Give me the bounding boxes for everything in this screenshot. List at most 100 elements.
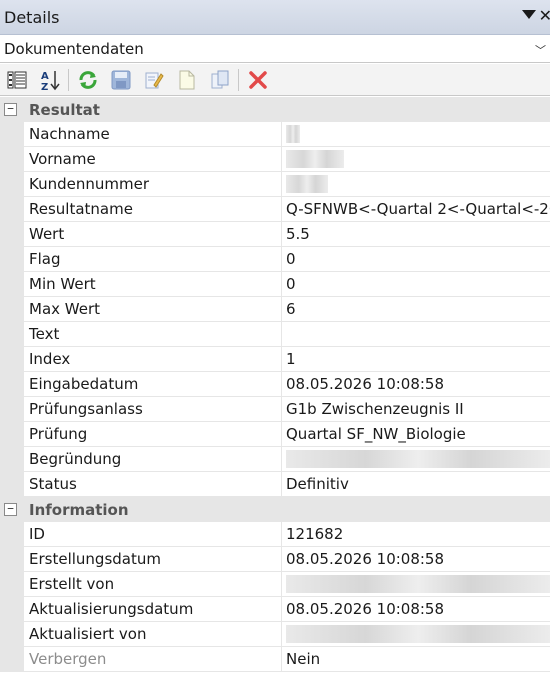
sort-alphabetical-button[interactable]: A Z [39,69,61,91]
property-row[interactable]: Min Wert 0 [0,272,550,297]
category-information[interactable]: − Information [0,497,550,522]
category-label: Resultat [29,100,100,119]
property-value[interactable]: 6 [282,297,550,322]
svg-text:A: A [41,71,49,82]
property-name: Aktualisierungsdatum [24,597,282,622]
toolbar-separator [68,68,69,91]
property-value[interactable]: 121682 [282,522,550,547]
property-name: Flag [24,247,282,272]
new-document-button[interactable] [176,69,198,91]
property-value[interactable]: G1b Zwischenzeugnis II [282,397,550,422]
property-name: Nachname [24,122,282,147]
property-value[interactable]: Q-SFNWB<-Quartal 2<-Quartal<-20... [282,197,550,222]
property-row[interactable]: ID 121682 [0,522,550,547]
category-resultat[interactable]: − Resultat [0,97,550,122]
collapse-icon[interactable]: − [4,103,17,116]
property-row[interactable]: Nachname [0,122,550,147]
property-row[interactable]: Status Definitiv [0,472,550,497]
property-name: Status [24,472,282,497]
property-row[interactable]: Vorname [0,147,550,172]
property-name: Prüfung [24,422,282,447]
property-row[interactable]: Wert 5.5 [0,222,550,247]
dropdown-arrow-icon[interactable] [522,10,536,19]
redacted-value [286,450,550,468]
new-document-icon [179,70,195,89]
property-name: Vorname [24,147,282,172]
save-icon [111,70,131,89]
property-grid: − Resultat Nachname Vorname Kundennummer… [0,97,550,672]
redacted-value [286,150,344,168]
property-value[interactable] [282,572,550,597]
property-row[interactable]: Aktualisiert von [0,622,550,647]
property-name: Prüfungsanlass [24,397,282,422]
redacted-value [286,575,550,593]
property-value[interactable] [282,147,550,172]
copy-button[interactable] [209,69,231,91]
delete-icon [249,70,267,89]
collapse-icon[interactable]: − [4,503,17,516]
property-row[interactable]: Prüfungsanlass G1b Zwischenzeugnis II [0,397,550,422]
property-value[interactable] [282,322,550,347]
property-value[interactable]: 5.5 [282,222,550,247]
property-value[interactable] [282,622,550,647]
property-name: Wert [24,222,282,247]
property-row[interactable]: Erstellungsdatum 08.05.2026 10:08:58 [0,547,550,572]
property-row[interactable]: Prüfung Quartal SF_NW_Biologie [0,422,550,447]
property-value[interactable]: 0 [282,272,550,297]
property-toolbar: A Z [0,64,550,96]
property-value[interactable]: 08.05.2026 10:08:58 [282,597,550,622]
property-row[interactable]: Text [0,322,550,347]
property-value[interactable]: Quartal SF_NW_Biologie [282,422,550,447]
property-name: Resultatname [24,197,282,222]
property-value[interactable]: 1 [282,347,550,372]
refresh-icon [79,70,97,89]
property-value[interactable]: Definitiv [282,472,550,497]
property-value[interactable] [282,447,550,472]
property-name: Verbergen [24,647,282,672]
property-name: Max Wert [24,297,282,322]
close-icon[interactable]: ✕ [539,6,550,25]
property-value[interactable] [282,172,550,197]
panel-title: Details [4,7,60,27]
edit-button[interactable] [143,69,165,91]
property-name: Index [24,347,282,372]
property-row[interactable]: Max Wert 6 [0,297,550,322]
toolbar-separator [238,68,239,91]
property-name: Begründung [24,447,282,472]
categorized-view-button[interactable] [6,69,28,91]
property-value[interactable]: 0 [282,247,550,272]
property-row[interactable]: Eingabedatum 08.05.2026 10:08:58 [0,372,550,397]
redacted-value [286,625,550,643]
redacted-value [286,175,328,193]
property-value[interactable]: 08.05.2026 10:08:58 [282,372,550,397]
property-value[interactable]: 08.05.2026 10:08:58 [282,547,550,572]
categorized-icon [7,71,27,88]
property-name: Min Wert [24,272,282,297]
refresh-button[interactable] [77,69,99,91]
property-value[interactable]: Nein [282,647,550,672]
property-row[interactable]: Kundennummer [0,172,550,197]
property-row[interactable]: Resultatname Q-SFNWB<-Quartal 2<-Quartal<… [0,197,550,222]
property-name: Text [24,322,282,347]
property-name: Kundennummer [24,172,282,197]
chevron-down-icon[interactable]: ﹀ [535,42,546,58]
sort-alphabetical-icon: A Z [41,70,60,91]
property-row[interactable]: Flag 0 [0,247,550,272]
property-row[interactable]: Index 1 [0,347,550,372]
property-row[interactable]: Begründung [0,447,550,472]
property-name: ID [24,522,282,547]
property-row[interactable]: Verbergen Nein [0,647,550,672]
property-value[interactable] [282,122,550,147]
copy-icon [211,70,229,88]
svg-text:Z: Z [41,82,48,91]
delete-button[interactable] [247,69,269,91]
object-selector-dropdown[interactable]: Dokumentendaten ﹀ [0,36,550,63]
panel-title-bar: Details ✕ [0,0,550,35]
save-button[interactable] [110,69,132,91]
property-name: Erstellungsdatum [24,547,282,572]
property-row[interactable]: Erstellt von [0,572,550,597]
property-name: Aktualisiert von [24,622,282,647]
property-name: Eingabedatum [24,372,282,397]
property-row[interactable]: Aktualisierungsdatum 08.05.2026 10:08:58 [0,597,550,622]
edit-icon [145,72,164,88]
